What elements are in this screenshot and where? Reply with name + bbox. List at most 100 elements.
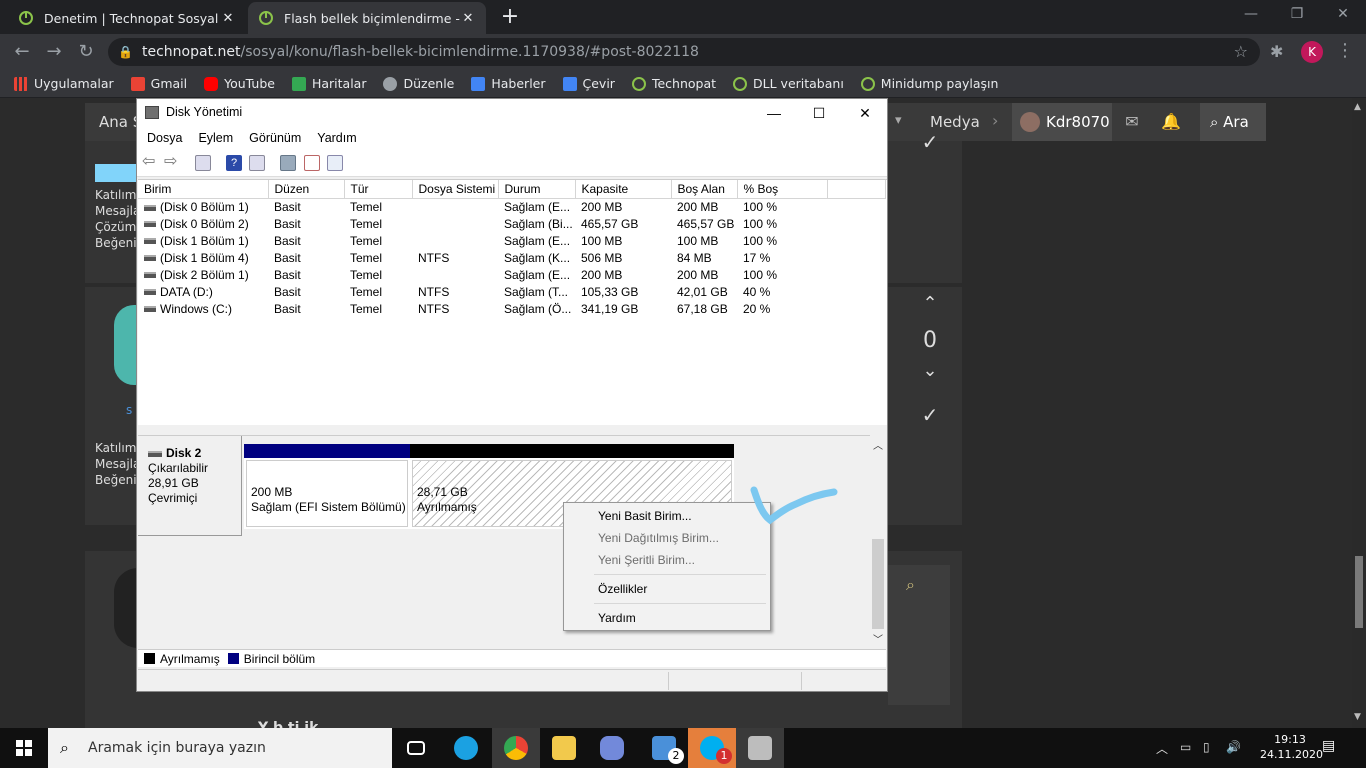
col-kapasite[interactable]: Kapasite xyxy=(575,180,672,199)
volume-icon[interactable]: 🔊 xyxy=(1226,740,1241,754)
close-window-icon[interactable]: ✕ xyxy=(1320,6,1366,22)
legend-swatch-primary xyxy=(227,653,239,664)
status-bar xyxy=(138,669,886,691)
nav-medya[interactable]: Medya xyxy=(930,113,980,131)
back-icon[interactable]: ← xyxy=(10,40,34,64)
scroll-down-icon[interactable]: ▼ xyxy=(1354,712,1361,722)
task-view-button[interactable] xyxy=(392,728,440,768)
table-row[interactable]: (Disk 1 Bölüm 1) Basit Temel Sağlam (E... 10… xyxy=(138,232,885,249)
table-row[interactable]: (Disk 2 Bölüm 1) Basit Temel Sağlam (E... 20… xyxy=(138,266,885,283)
scroll-up-icon[interactable]: ▲ xyxy=(1354,102,1361,112)
col-dosya-sistemi[interactable]: Dosya Sistemi xyxy=(412,180,499,199)
menu-gorunum[interactable]: Görünüm xyxy=(249,131,301,145)
user-menu[interactable]: Kdr8070 xyxy=(1012,103,1112,141)
console-tree-icon[interactable] xyxy=(195,155,211,171)
scroll-thumb[interactable] xyxy=(1355,556,1363,628)
menu-item-properties[interactable]: Özellikler xyxy=(598,582,647,596)
table-row[interactable]: (Disk 1 Bölüm 4) Basit Temel NTFS Sağlam (K.… xyxy=(138,249,885,266)
col-bos-alan[interactable]: Boş Alan xyxy=(671,180,738,199)
reload-icon[interactable]: ↻ xyxy=(74,40,98,64)
col-durum[interactable]: Durum xyxy=(498,180,576,199)
close-tab-icon[interactable]: ✕ xyxy=(460,11,476,26)
checklist-icon[interactable] xyxy=(304,155,320,171)
table-row[interactable]: Windows (C:) Basit Temel NTFS Sağlam (Ö... 34… xyxy=(138,300,885,317)
profile-avatar[interactable]: K xyxy=(1301,41,1323,63)
mail-button[interactable]: 2 xyxy=(640,728,688,768)
chrome-button[interactable] xyxy=(492,728,540,768)
chevron-up-icon[interactable]: ︿ xyxy=(1156,740,1168,757)
search-doc-icon[interactable]: ⌕ xyxy=(888,565,950,605)
taskbar-search[interactable]: ⌕ Aramak için buraya yazın xyxy=(48,728,392,768)
menu-dosya[interactable]: Dosya xyxy=(147,131,182,145)
clock[interactable]: 19:13 24.11.2020 xyxy=(1260,732,1323,762)
chrome-menu-icon[interactable]: ⋮ xyxy=(1336,40,1354,61)
bookmark-gmail[interactable]: Gmail xyxy=(130,76,187,91)
bookmark-apps[interactable]: Uygulamalar xyxy=(14,76,114,91)
bookmark-dll[interactable]: DLL veritabanı xyxy=(733,76,844,91)
bookmark-duzenle[interactable]: Düzenle xyxy=(383,76,454,91)
edge-button[interactable] xyxy=(442,728,490,768)
windows-start-icon[interactable] xyxy=(0,728,48,768)
bookmark-minidump[interactable]: Minidump paylaşın xyxy=(860,76,998,91)
check-icon[interactable]: ✓ xyxy=(915,403,945,427)
skype-button[interactable]: 1 xyxy=(688,728,736,768)
file-explorer-button[interactable] xyxy=(540,728,588,768)
partition-efi[interactable]: 200 MB Sağlam (EFI Sistem Bölümü) xyxy=(244,444,410,529)
menu-yardim[interactable]: Yardım xyxy=(317,131,356,145)
menu-eylem[interactable]: Eylem xyxy=(198,131,233,145)
table-row[interactable]: (Disk 0 Bölüm 1) Basit Temel Sağlam (E... 20… xyxy=(138,198,885,215)
connect-icon[interactable] xyxy=(280,155,296,171)
col-tur[interactable]: Tür xyxy=(344,180,413,199)
extensions-icon[interactable]: ✱ xyxy=(1270,42,1283,61)
restore-icon[interactable]: ❐ xyxy=(1274,6,1320,22)
discord-button[interactable] xyxy=(588,728,636,768)
scroll-thumb[interactable] xyxy=(872,539,884,629)
close-icon[interactable]: ✕ xyxy=(842,102,888,124)
table-row[interactable]: DATA (D:) Basit Temel NTFS Sağlam (T... 105,3… xyxy=(138,283,885,300)
search-button[interactable]: ⌕ Ara xyxy=(1200,103,1266,141)
new-tab-button[interactable]: + xyxy=(500,4,520,29)
bookmark-maps[interactable]: Haritalar xyxy=(291,76,366,91)
address-bar[interactable]: 🔒 technopat.net/sosyal/konu/flash-bellek… xyxy=(108,38,1260,66)
scroll-down-icon[interactable]: ﹀ xyxy=(873,631,883,646)
col-duzen[interactable]: Düzen xyxy=(268,180,345,199)
bookmark-youtube[interactable]: YouTube xyxy=(204,76,275,91)
forward-icon[interactable]: → xyxy=(42,40,66,64)
table-row[interactable]: (Disk 0 Bölüm 2) Basit Temel Sağlam (Bi... 4… xyxy=(138,215,885,232)
notification-icon[interactable]: ▤ xyxy=(1322,738,1342,758)
page-scrollbar[interactable]: ▲ ▼ xyxy=(1352,98,1366,728)
bell-icon[interactable]: 🔔 xyxy=(1152,103,1190,141)
battery-icon[interactable]: ▭ xyxy=(1180,740,1191,754)
tab-flash-bellek[interactable]: Flash bellek biçimlendirme - Technopat S… xyxy=(248,2,486,34)
col-yuzde-bos[interactable]: % Boş xyxy=(737,180,828,199)
properties-icon[interactable] xyxy=(249,155,265,171)
menu-item-new-simple-volume[interactable]: Yeni Basit Birim... xyxy=(598,509,692,523)
minimize-icon[interactable]: — xyxy=(1228,6,1274,22)
window-titlebar[interactable]: Disk Yönetimi — ☐ ✕ xyxy=(137,99,887,127)
bookmark-star-icon[interactable]: ☆ xyxy=(1234,38,1248,66)
forward-arrow-icon[interactable]: ⇨ xyxy=(164,154,180,171)
close-tab-icon[interactable]: ✕ xyxy=(220,11,236,26)
back-arrow-icon[interactable]: ⇦ xyxy=(142,154,158,171)
col-birim[interactable]: Birim xyxy=(138,180,269,199)
tab-denetim[interactable]: Denetim | Technopat Sosyal ✕ xyxy=(8,2,246,34)
chevron-down-icon[interactable]: ⌄ xyxy=(915,360,945,381)
check-icon[interactable]: ✓ xyxy=(915,130,945,154)
scroll-up-icon[interactable]: ︿ xyxy=(873,437,883,452)
graph-scrollbar[interactable]: ︿ ﹀ xyxy=(870,435,886,647)
minimize-icon[interactable]: — xyxy=(751,102,797,124)
disk-2-label[interactable]: Disk 2 Çıkarılabilir 28,91 GB Çevrimiçi xyxy=(138,436,242,536)
bookmark-technopat[interactable]: Technopat xyxy=(631,76,716,91)
mail-icon[interactable]: ✉ xyxy=(1113,103,1151,141)
chevron-up-icon[interactable]: ⌃ xyxy=(915,293,945,314)
help-icon[interactable]: ? xyxy=(226,155,242,171)
chevron-down-icon[interactable]: ▾ xyxy=(895,113,902,128)
network-icon[interactable]: ▯ xyxy=(1203,740,1210,754)
maximize-icon[interactable]: ☐ xyxy=(796,102,842,124)
menu-item-help[interactable]: Yardım xyxy=(598,611,636,625)
disk-management-button[interactable] xyxy=(736,728,784,768)
bookmark-cevir[interactable]: Çevir xyxy=(562,76,615,91)
cell: 17 % xyxy=(743,250,771,265)
bookmark-haberler[interactable]: Haberler xyxy=(471,76,546,91)
settings-icon[interactable] xyxy=(327,155,343,171)
